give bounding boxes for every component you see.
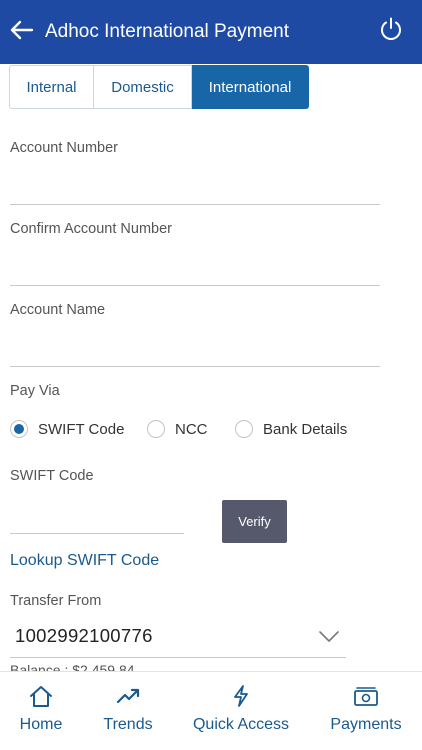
power-icon[interactable]	[378, 16, 404, 42]
radio-bank-details[interactable]: Bank Details	[235, 420, 347, 438]
tab-international[interactable]: International	[192, 65, 309, 109]
lookup-swift-code-link[interactable]: Lookup SWIFT Code	[10, 552, 159, 570]
selected-account: 1002992100776	[15, 625, 153, 646]
trends-icon	[116, 688, 140, 704]
radio-ncc[interactable]: NCC	[147, 420, 208, 438]
account-name-input[interactable]	[10, 333, 380, 367]
swift-code-input[interactable]	[10, 500, 184, 534]
account-number-label: Account Number	[10, 140, 118, 156]
payments-icon	[354, 687, 378, 706]
payment-type-tabs: Internal Domestic International	[9, 65, 309, 109]
radio-label: NCC	[175, 420, 208, 438]
radio-unselected-icon	[147, 420, 165, 438]
swift-code-label: SWIFT Code	[10, 468, 94, 484]
radio-label: SWIFT Code	[38, 420, 125, 438]
home-icon	[30, 686, 52, 707]
radio-selected-icon	[10, 420, 28, 438]
tab-domestic[interactable]: Domestic	[94, 65, 192, 109]
verify-button[interactable]: Verify	[222, 500, 287, 543]
chevron-down-icon	[319, 631, 339, 642]
nav-label: Home	[19, 716, 63, 733]
nav-trends[interactable]: Trends	[94, 672, 162, 750]
nav-payments[interactable]: Payments	[326, 672, 406, 750]
bottom-navigation: Home Trends Quick Access Payments	[0, 671, 422, 750]
nav-quick-access[interactable]: Quick Access	[190, 672, 292, 750]
nav-label: Trends	[103, 716, 153, 733]
nav-label: Payments	[330, 716, 402, 733]
confirm-account-number-label: Confirm Account Number	[10, 221, 172, 237]
confirm-account-number-input[interactable]	[10, 252, 380, 286]
arrow-left-icon[interactable]	[8, 16, 36, 44]
nav-label: Quick Access	[192, 716, 290, 733]
lightning-icon	[234, 685, 248, 707]
transfer-from-select[interactable]: 1002992100776	[10, 620, 346, 658]
app-header: Adhoc International Payment	[0, 0, 422, 64]
nav-home[interactable]: Home	[0, 672, 82, 750]
transfer-from-label: Transfer From	[10, 593, 102, 609]
radio-swift-code[interactable]: SWIFT Code	[10, 420, 124, 438]
account-name-label: Account Name	[10, 302, 106, 318]
pay-via-label: Pay Via	[10, 383, 60, 399]
account-number-input[interactable]	[10, 171, 380, 205]
page-title: Adhoc International Payment	[45, 21, 289, 42]
tab-internal[interactable]: Internal	[9, 65, 94, 109]
radio-label: Bank Details	[263, 420, 348, 438]
radio-unselected-icon	[235, 420, 253, 438]
